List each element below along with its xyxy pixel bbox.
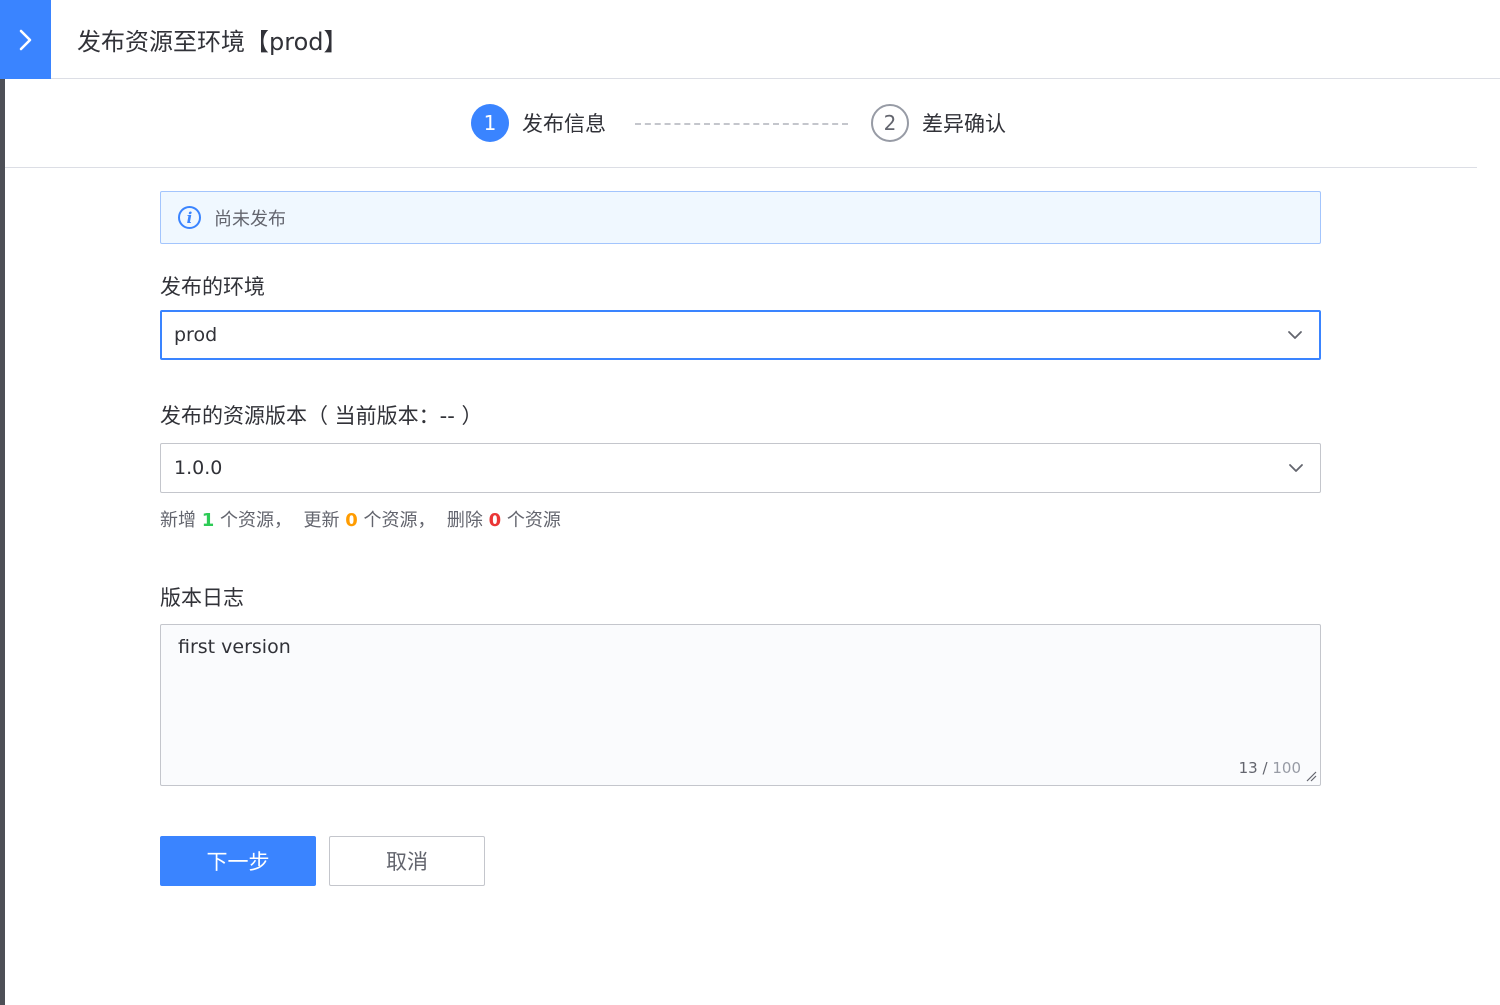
updated-prefix: 更新 — [303, 510, 340, 531]
info-text: 尚未发布 — [214, 208, 286, 230]
chevron-down-icon — [1289, 464, 1303, 472]
deleted-unit: 个资源 — [506, 510, 561, 531]
step-number: 1 — [471, 104, 509, 142]
info-icon: i — [178, 206, 201, 229]
char-count: 13 — [1238, 759, 1258, 777]
chevron-down-icon — [1288, 331, 1302, 339]
resize-handle-icon[interactable] — [1306, 771, 1317, 782]
version-select-value: 1.0.0 — [174, 457, 223, 479]
step-publish-info[interactable]: 1 发布信息 — [471, 104, 606, 142]
step-connector — [635, 123, 848, 125]
added-unit: 个资源， — [220, 510, 292, 531]
added-prefix: 新增 — [160, 510, 196, 531]
char-max: 100 — [1272, 759, 1301, 777]
log-label: 版本日志 — [160, 586, 244, 610]
environment-select[interactable]: prod — [160, 310, 1321, 360]
cancel-button[interactable]: 取消 — [329, 836, 485, 886]
version-select[interactable]: 1.0.0 — [160, 443, 1321, 493]
added-count: 1 — [201, 510, 215, 531]
updated-unit: 个资源， — [363, 510, 436, 531]
publish-form: i 尚未发布 发布的环境 prod 发布的资源版本（ 当前版本：-- ） 1.0… — [160, 191, 1321, 886]
next-step-button[interactable]: 下一步 — [160, 836, 316, 886]
steps-bar: 1 发布信息 2 差异确认 — [5, 80, 1477, 168]
version-label: 发布的资源版本（ 当前版本：-- ） — [160, 404, 483, 428]
version-log-textarea[interactable]: first version 13 / 100 — [160, 624, 1321, 786]
collapse-sidebar-button[interactable] — [0, 0, 51, 79]
updated-count: 0 — [345, 510, 358, 531]
chevron-right-icon — [19, 29, 31, 50]
environment-select-value: prod — [174, 324, 218, 346]
step-diff-confirm[interactable]: 2 差异确认 — [871, 104, 1006, 142]
resource-change-summary: 新增 1 个资源， 更新 0 个资源， 删除 0 个资源 — [160, 506, 561, 532]
step-number: 2 — [871, 104, 909, 142]
page-title: 发布资源至环境【prod】 — [77, 27, 348, 56]
step-label: 差异确认 — [922, 112, 1006, 136]
info-alert: i 尚未发布 — [160, 191, 1321, 244]
deleted-count: 0 — [488, 510, 502, 531]
step-label: 发布信息 — [522, 112, 606, 136]
version-log-value: first version — [178, 636, 291, 658]
char-counter: 13 / 100 — [1238, 759, 1301, 777]
dialog-header: 发布资源至环境【prod】 — [51, 0, 1500, 79]
environment-label: 发布的环境 — [160, 275, 265, 299]
deleted-prefix: 删除 — [446, 510, 483, 531]
